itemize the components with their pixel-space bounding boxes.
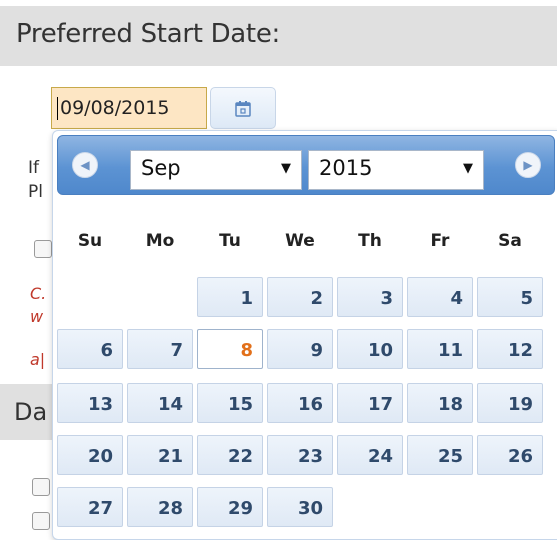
chevron-right-icon: ▶ <box>523 158 533 172</box>
calendar-day[interactable]: 22 <box>197 435 263 475</box>
section-title: Preferred Start Date: <box>16 19 280 49</box>
checkbox[interactable] <box>34 240 52 258</box>
month-select[interactable]: Sep ▼ <box>130 150 302 190</box>
warning-text-line-2: w <box>30 307 44 326</box>
calendar-day[interactable]: 6 <box>57 329 123 369</box>
calendar-day[interactable]: 30 <box>267 487 333 527</box>
calendar-day[interactable]: 16 <box>267 383 333 423</box>
calendar-day[interactable]: 20 <box>57 435 123 475</box>
calendar-button[interactable] <box>210 87 276 129</box>
calendar-day[interactable]: 29 <box>197 487 263 527</box>
datepicker-header: ◀ Sep ▼ 2015 ▼ ▶ <box>57 135 555 195</box>
calendar-day[interactable]: 4 <box>407 277 473 317</box>
dropdown-arrow-icon: ▼ <box>463 161 473 176</box>
calendar-day[interactable]: 21 <box>127 435 193 475</box>
weekday-label: Fr <box>430 231 450 251</box>
calendar-day-today[interactable]: 8 <box>197 329 263 369</box>
calendar-day[interactable]: 18 <box>407 383 473 423</box>
prev-month-button[interactable]: ◀ <box>72 152 98 178</box>
calendar-day[interactable]: 12 <box>477 329 543 369</box>
weekday-label: Sa <box>498 231 522 251</box>
weekday-label: We <box>285 231 315 251</box>
calendar-day[interactable]: 17 <box>337 383 403 423</box>
weekday-label: Tu <box>219 231 241 251</box>
start-date-input[interactable]: 09/08/2015 <box>51 87 207 129</box>
info-text-line-2: Pl <box>28 182 43 202</box>
calendar-day[interactable]: 24 <box>337 435 403 475</box>
dropdown-arrow-icon: ▼ <box>281 161 291 176</box>
year-select[interactable]: 2015 ▼ <box>308 150 484 190</box>
calendar-day[interactable]: 9 <box>267 329 333 369</box>
start-date-value: 09/08/2015 <box>60 97 170 119</box>
calendar-day[interactable]: 27 <box>57 487 123 527</box>
calendar-day[interactable]: 23 <box>267 435 333 475</box>
calendar-day[interactable]: 2 <box>267 277 333 317</box>
calendar-day[interactable]: 25 <box>407 435 473 475</box>
calendar-day[interactable]: 5 <box>477 277 543 317</box>
chevron-left-icon: ◀ <box>80 158 90 172</box>
calendar-day[interactable]: 14 <box>127 383 193 423</box>
calendar-day[interactable]: 1 <box>197 277 263 317</box>
section-header: Preferred Start Date: <box>0 6 557 66</box>
calendar-day[interactable]: 10 <box>337 329 403 369</box>
section2-title: Da <box>14 398 48 426</box>
calendar-day[interactable]: 13 <box>57 383 123 423</box>
calendar-day[interactable]: 3 <box>337 277 403 317</box>
warning-text-line-3: a| <box>30 350 46 369</box>
month-select-value: Sep <box>141 156 181 180</box>
calendar-icon <box>235 101 251 117</box>
year-select-value: 2015 <box>319 156 373 180</box>
calendar-day[interactable]: 19 <box>477 383 543 423</box>
weekday-label: Th <box>358 231 382 251</box>
info-text-line-1: If <box>28 158 39 178</box>
calendar-day[interactable]: 26 <box>477 435 543 475</box>
calendar-day[interactable]: 28 <box>127 487 193 527</box>
next-month-button[interactable]: ▶ <box>515 152 541 178</box>
weekday-label: Su <box>77 231 103 251</box>
calendar-day[interactable]: 7 <box>127 329 193 369</box>
section2-header: Da <box>0 384 52 440</box>
warning-text-line-1: C. <box>30 284 47 303</box>
weekday-label: Mo <box>145 231 175 251</box>
checkbox[interactable] <box>32 478 50 496</box>
calendar-day[interactable]: 15 <box>197 383 263 423</box>
datepicker-popup: ◀ Sep ▼ 2015 ▼ ▶ Su Mo Tu We Th Fr Sa 12… <box>52 130 557 540</box>
checkbox[interactable] <box>32 512 50 530</box>
calendar-day[interactable]: 11 <box>407 329 473 369</box>
text-caret <box>57 97 58 120</box>
